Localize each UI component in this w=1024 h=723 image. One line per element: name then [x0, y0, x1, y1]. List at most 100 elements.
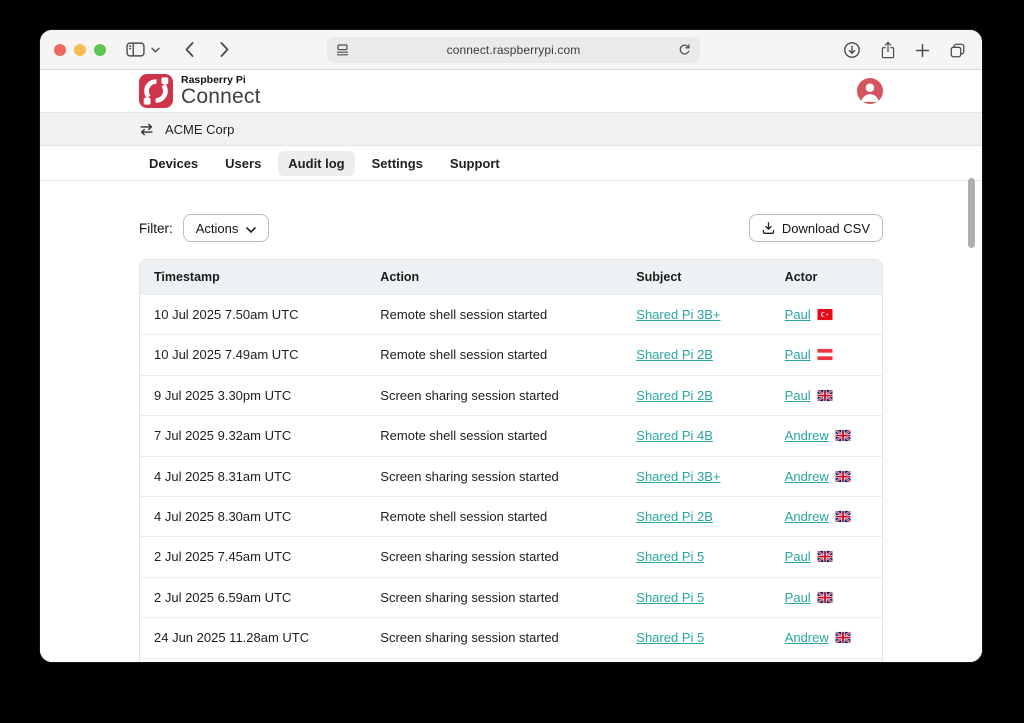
zoom-window-button[interactable] — [94, 44, 106, 56]
scrollbar-thumb[interactable] — [968, 178, 975, 248]
download-csv-button[interactable]: Download CSV — [749, 214, 883, 242]
nav-tabs: Devices Users Audit log Settings Support — [139, 151, 883, 176]
subject-cell: Shared Pi 5 — [622, 618, 770, 657]
timestamp-cell: 24 Jun 2025 11.26am UTC — [140, 659, 366, 662]
action-cell: Remote shell session started — [366, 416, 622, 455]
toolbar-actions — [843, 30, 966, 70]
user-icon — [857, 78, 883, 104]
subject-link[interactable]: Shared Pi 2B — [636, 388, 713, 403]
tab-audit-log[interactable]: Audit log — [278, 151, 354, 176]
actor-cell: Andrew — [771, 457, 882, 496]
brand-text: Raspberry Pi Connect — [181, 75, 261, 108]
actor-link[interactable]: Paul — [785, 549, 811, 564]
column-header-timestamp: Timestamp — [140, 260, 366, 294]
actor-link[interactable]: Paul — [785, 388, 811, 403]
flag-gb-icon — [835, 632, 851, 643]
actor-link[interactable]: Paul — [785, 347, 811, 362]
tab-devices[interactable]: Devices — [139, 151, 208, 176]
action-cell: Remote shell session started — [366, 335, 622, 374]
browser-window: connect.raspberrypi.com — [40, 30, 982, 662]
tab-settings[interactable]: Settings — [362, 151, 433, 176]
tab-overview-icon[interactable] — [949, 42, 966, 59]
table-header: Timestamp Action Subject Actor — [140, 260, 882, 294]
chevron-down-icon — [246, 222, 256, 235]
actor-link[interactable]: Andrew — [785, 428, 829, 443]
toolbar-nav-controls — [126, 41, 230, 58]
tab-users[interactable]: Users — [215, 151, 271, 176]
timestamp-cell: 4 Jul 2025 8.31am UTC — [140, 457, 366, 496]
subject-link[interactable]: Shared Pi 3B+ — [636, 307, 720, 322]
subject-link[interactable]: Shared Pi 2B — [636, 509, 713, 524]
download-csv-label: Download CSV — [782, 222, 870, 235]
table-row: 10 Jul 2025 7.49am UTCRemote shell sessi… — [140, 334, 882, 374]
action-cell: Remote shell session started — [366, 497, 622, 536]
brand-raspberry-pi: Raspberry Pi — [181, 75, 261, 86]
table-row: 10 Jul 2025 7.50am UTCRemote shell sessi… — [140, 294, 882, 334]
org-switcher[interactable]: ACME Corp — [40, 112, 982, 146]
table-body: 10 Jul 2025 7.50am UTCRemote shell sessi… — [140, 294, 882, 662]
subject-cell: Shared Pi 3B+ — [622, 659, 770, 662]
column-header-action: Action — [366, 260, 622, 294]
sidebar-icon[interactable] — [126, 42, 145, 57]
minimize-window-button[interactable] — [74, 44, 86, 56]
raspberry-pi-connect-logo-icon[interactable] — [139, 74, 173, 108]
close-window-button[interactable] — [54, 44, 66, 56]
action-cell: Screen sharing session started — [366, 537, 622, 576]
reload-icon[interactable] — [678, 43, 691, 57]
audit-log-page: Filter: Actions — [139, 181, 883, 662]
timestamp-cell: 2 Jul 2025 7.45am UTC — [140, 537, 366, 576]
actions-filter-dropdown[interactable]: Actions — [183, 214, 270, 242]
action-cell: Screen sharing session started — [366, 376, 622, 415]
subject-link[interactable]: Shared Pi 5 — [636, 549, 704, 564]
actor-cell: Andrew — [771, 618, 882, 657]
audit-log-table: Timestamp Action Subject Actor 10 Jul 20… — [139, 259, 883, 662]
url-text[interactable]: connect.raspberrypi.com — [349, 43, 678, 57]
table-row: 24 Jun 2025 11.26am UTCScreen sharing se… — [140, 658, 882, 662]
timestamp-cell: 2 Jul 2025 6.59am UTC — [140, 578, 366, 617]
table-row: 7 Jul 2025 9.32am UTCRemote shell sessio… — [140, 415, 882, 455]
table-row: 2 Jul 2025 6.59am UTCScreen sharing sess… — [140, 577, 882, 617]
actor-cell: Paul — [771, 578, 882, 617]
avatar[interactable] — [857, 78, 883, 104]
actor-link[interactable]: Andrew — [785, 630, 829, 645]
action-cell: Screen sharing session started — [366, 618, 622, 657]
timestamp-cell: 10 Jul 2025 7.50am UTC — [140, 295, 366, 334]
subject-link[interactable]: Shared Pi 4B — [636, 428, 713, 443]
column-header-subject: Subject — [622, 260, 770, 294]
subject-link[interactable]: Shared Pi 5 — [636, 630, 704, 645]
forward-icon[interactable] — [219, 41, 230, 58]
table-row: 2 Jul 2025 7.45am UTCScreen sharing sess… — [140, 536, 882, 576]
subject-cell: Shared Pi 3B+ — [622, 295, 770, 334]
subject-cell: Shared Pi 4B — [622, 416, 770, 455]
subject-link[interactable]: Shared Pi 3B+ — [636, 469, 720, 484]
action-cell: Remote shell session started — [366, 295, 622, 334]
subject-link[interactable]: Shared Pi 2B — [636, 347, 713, 362]
actor-cell: Andrew — [771, 416, 882, 455]
traffic-lights — [54, 44, 106, 56]
subject-cell: Shared Pi 2B — [622, 376, 770, 415]
flag-gb-icon — [835, 471, 851, 482]
subject-link[interactable]: Shared Pi 5 — [636, 590, 704, 605]
timestamp-cell: 9 Jul 2025 3.30pm UTC — [140, 376, 366, 415]
subject-cell: Shared Pi 5 — [622, 537, 770, 576]
back-icon[interactable] — [184, 41, 195, 58]
browser-toolbar: connect.raspberrypi.com — [40, 30, 982, 70]
share-icon[interactable] — [880, 40, 896, 60]
new-tab-icon[interactable] — [915, 43, 930, 58]
downloads-icon[interactable] — [843, 41, 861, 59]
page-settings-icon[interactable] — [336, 44, 349, 56]
site-nav: Devices Users Audit log Settings Support — [40, 146, 982, 181]
timestamp-cell: 7 Jul 2025 9.32am UTC — [140, 416, 366, 455]
table-row: 4 Jul 2025 8.30am UTCRemote shell sessio… — [140, 496, 882, 536]
actor-link[interactable]: Andrew — [785, 469, 829, 484]
sidebar-chevron-down-icon[interactable] — [151, 47, 160, 53]
download-icon — [762, 221, 775, 235]
actor-link[interactable]: Paul — [785, 307, 811, 322]
actor-link[interactable]: Paul — [785, 590, 811, 605]
address-bar[interactable]: connect.raspberrypi.com — [327, 37, 700, 63]
switch-org-icon — [139, 123, 154, 136]
tab-support[interactable]: Support — [440, 151, 510, 176]
actor-link[interactable]: Andrew — [785, 509, 829, 524]
filter-bar: Filter: Actions — [139, 214, 883, 242]
flag-tr-icon — [817, 309, 833, 320]
